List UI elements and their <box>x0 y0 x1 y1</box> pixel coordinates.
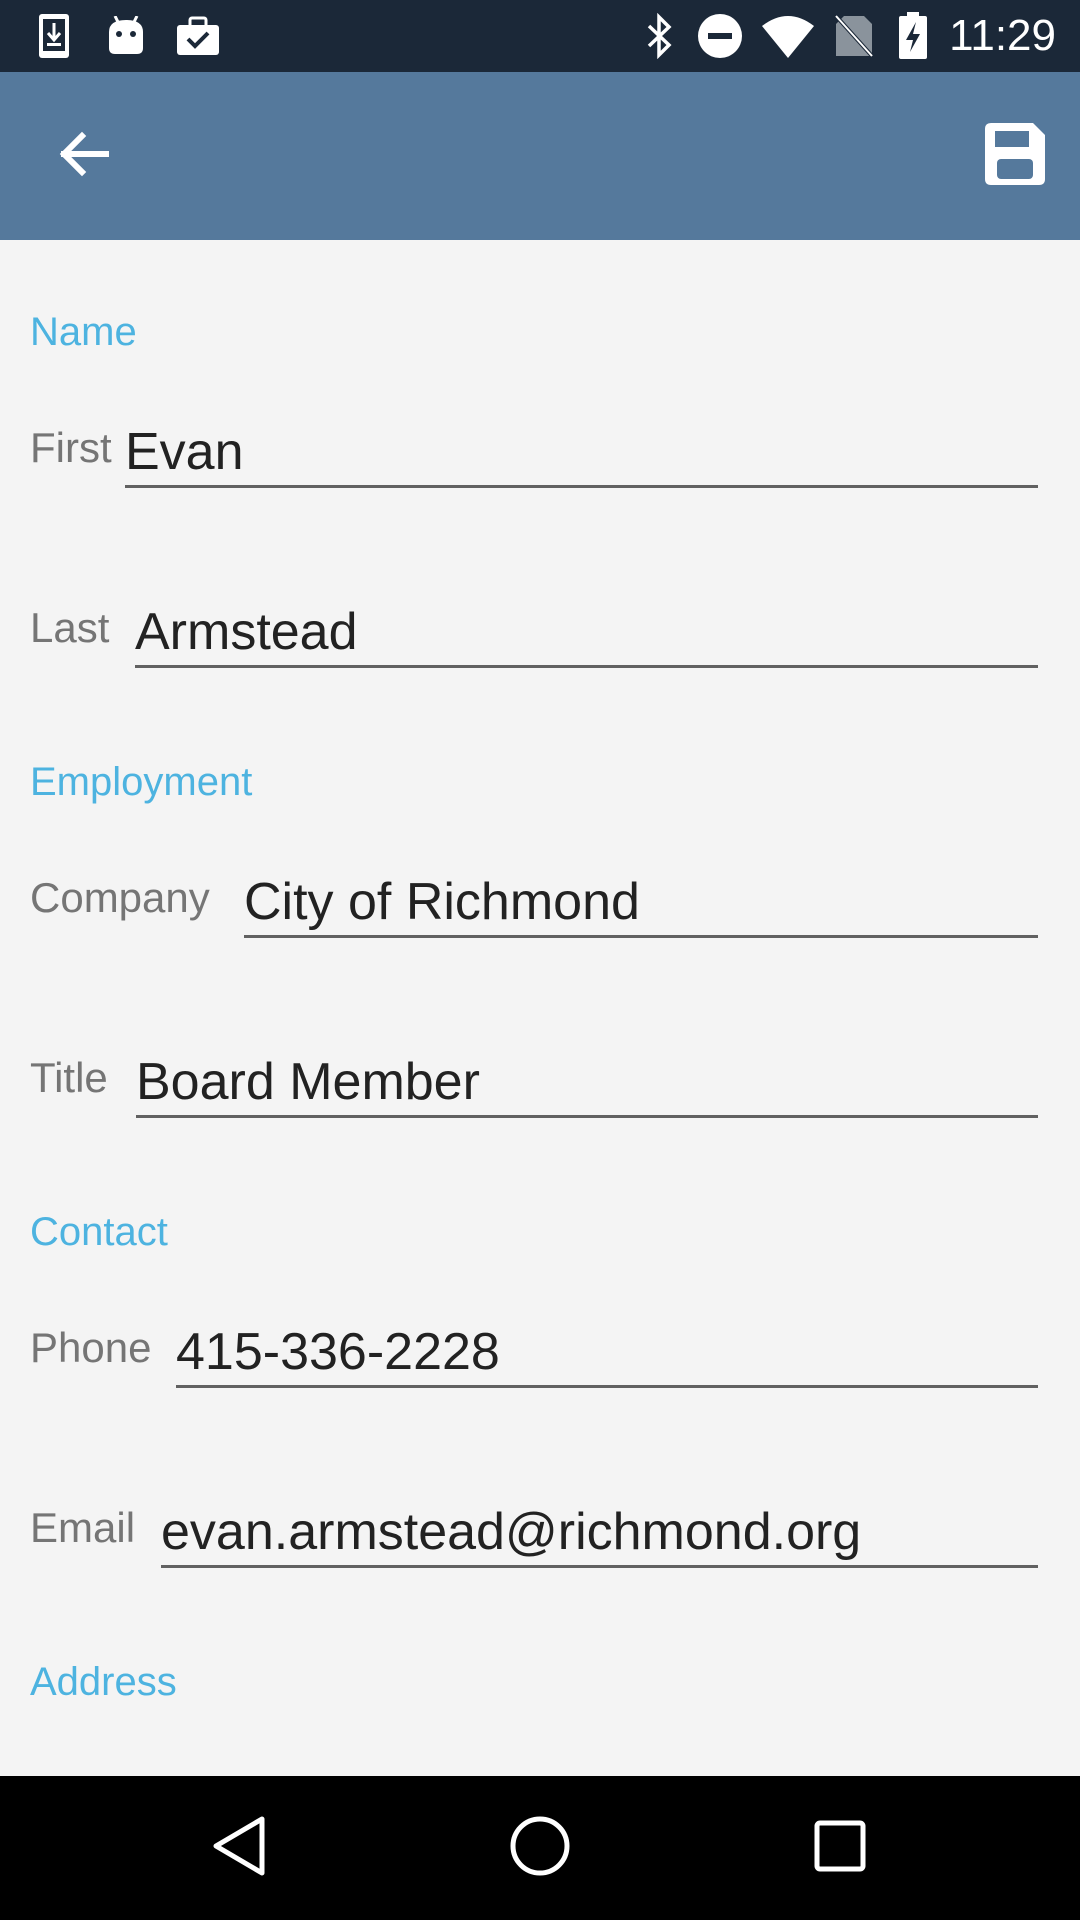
no-sim-icon <box>832 12 876 60</box>
section-header-employment: Employment <box>30 760 253 804</box>
email-label: Email <box>30 1504 136 1551</box>
wifi-icon <box>760 12 816 60</box>
section-header-contact: Contact <box>30 1210 168 1254</box>
phone-label: Phone <box>30 1324 152 1371</box>
save-button[interactable] <box>974 116 1054 196</box>
download-icon <box>34 12 74 60</box>
recents-square-icon <box>813 1819 867 1878</box>
nav-home-button[interactable] <box>500 1808 580 1888</box>
save-icon <box>981 121 1047 192</box>
title-label: Title <box>30 1054 108 1101</box>
section-header-name: Name <box>30 310 137 354</box>
first-name-field[interactable] <box>125 418 1038 488</box>
app-bar <box>0 72 1080 240</box>
email-field[interactable] <box>161 1498 1038 1568</box>
title-row: Title <box>30 1038 1038 1118</box>
last-name-row: Last <box>30 588 1038 668</box>
nav-recents-button[interactable] <box>800 1808 880 1888</box>
back-triangle-icon <box>210 1815 270 1882</box>
title-field[interactable] <box>136 1048 1038 1118</box>
first-name-row: First <box>30 408 1038 488</box>
company-label: Company <box>30 874 210 921</box>
company-field[interactable] <box>244 868 1038 938</box>
briefcase-check-icon <box>174 12 222 60</box>
arrow-back-icon <box>58 130 110 183</box>
last-name-field[interactable] <box>135 598 1038 668</box>
company-row: Company <box>30 858 1038 938</box>
status-clock: 11:29 <box>949 11 1056 60</box>
navigation-bar <box>0 1776 1080 1920</box>
email-row: Email <box>30 1488 1038 1568</box>
nav-back-button[interactable] <box>200 1808 280 1888</box>
status-bar: 11:29 <box>0 0 1080 72</box>
phone-field[interactable] <box>176 1318 1038 1388</box>
section-header-address: Address <box>30 1660 177 1704</box>
home-circle-icon <box>509 1815 571 1882</box>
bluetooth-icon <box>640 12 680 60</box>
contact-edit-form: Name First Last Employment Company Title… <box>0 240 1080 1776</box>
battery-charging-icon <box>896 12 930 60</box>
do-not-disturb-icon <box>696 12 744 60</box>
first-name-label: First <box>30 424 112 471</box>
android-icon <box>104 12 148 60</box>
phone-row: Phone <box>30 1308 1038 1388</box>
last-name-label: Last <box>30 604 110 651</box>
back-button[interactable] <box>38 114 130 198</box>
